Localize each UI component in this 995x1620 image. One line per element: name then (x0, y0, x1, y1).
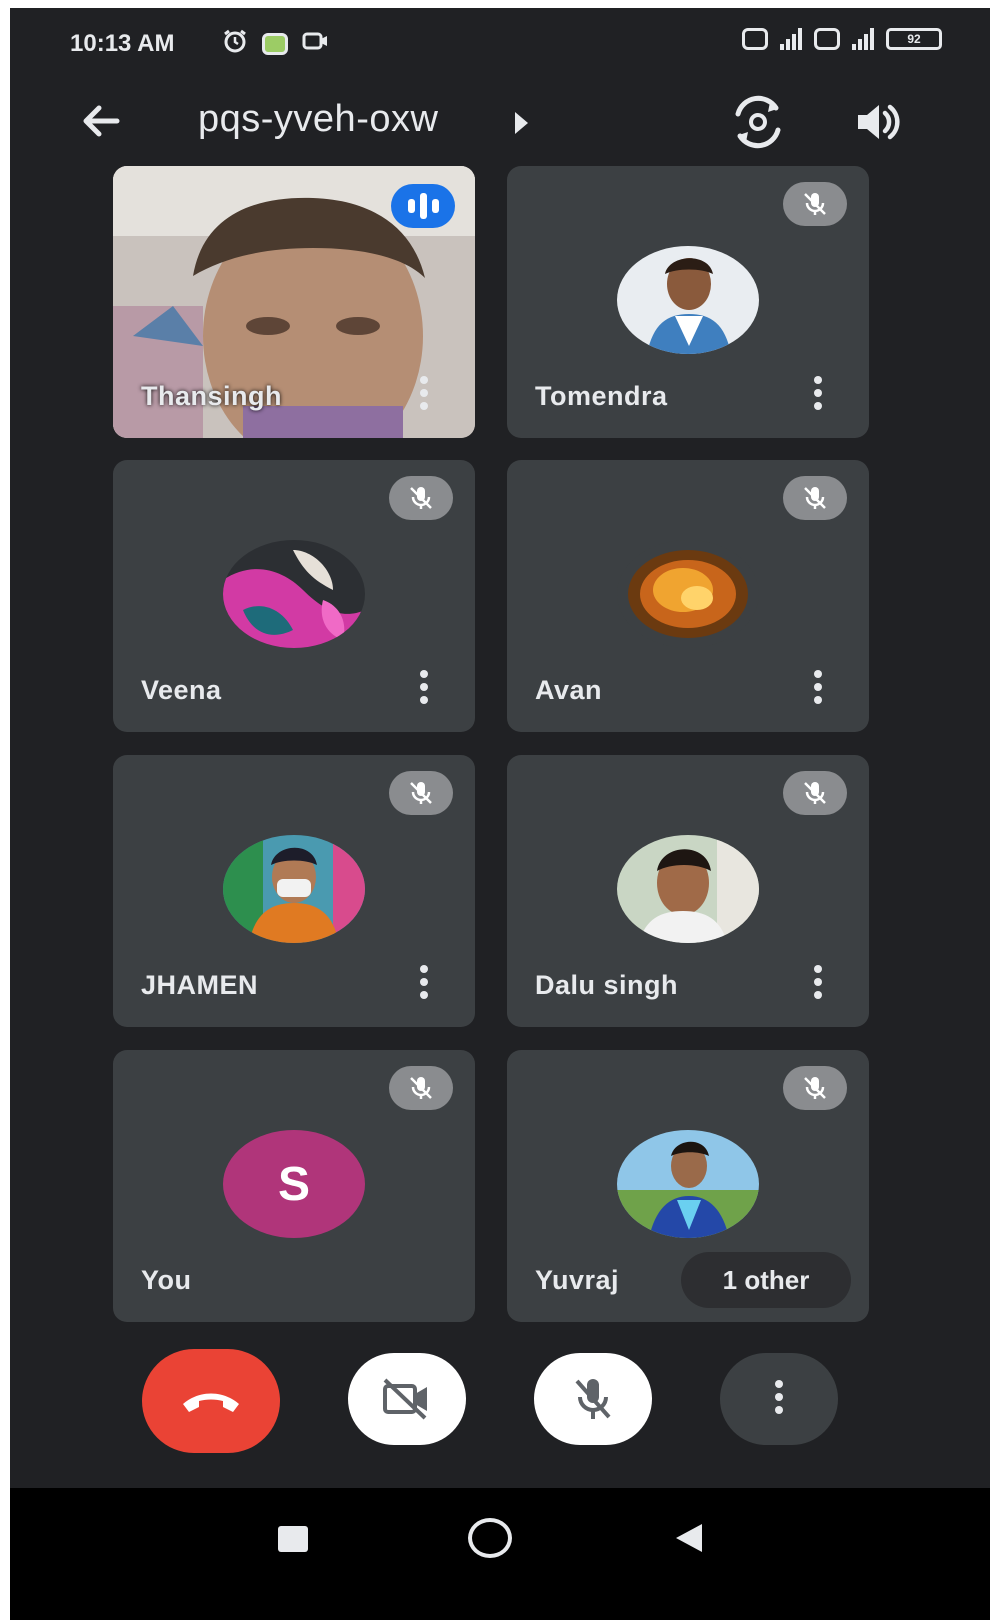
camera-off-button[interactable] (348, 1353, 466, 1445)
more-vert-icon[interactable] (811, 670, 825, 706)
mic-off-icon (783, 476, 847, 520)
screen-record-icon (302, 30, 330, 57)
status-time: 10:13 AM (70, 30, 175, 57)
mic-off-icon (389, 1066, 453, 1110)
self-tile[interactable]: S You (113, 1050, 475, 1322)
mic-off-icon (783, 182, 847, 226)
mic-off-icon (783, 1066, 847, 1110)
mic-off-icon (783, 771, 847, 815)
participant-name: Veena (141, 675, 222, 705)
participant-tile[interactable]: Veena (113, 460, 475, 732)
mic-off-icon (389, 476, 453, 520)
end-call-icon (183, 1393, 239, 1412)
meet-call-screen: 10:13 AM 92 pqs-yveh-oxw Thansingh Tomen… (10, 8, 990, 1620)
more-options-button[interactable] (720, 1353, 838, 1445)
switch-camera-icon[interactable] (730, 94, 786, 150)
sim1-signal-icon (780, 28, 802, 50)
home-icon[interactable] (468, 1518, 512, 1558)
expand-caret-icon[interactable] (515, 112, 528, 134)
participant-name: Dalu singh (535, 970, 679, 1000)
more-vert-icon[interactable] (417, 376, 431, 412)
camera-off-icon (383, 1378, 427, 1420)
back-icon[interactable] (676, 1524, 702, 1552)
more-vert-icon[interactable] (417, 670, 431, 706)
self-initial-avatar: S (223, 1130, 365, 1238)
speaker-icon[interactable] (850, 94, 906, 150)
participant-tile[interactable]: Thansingh (113, 166, 475, 438)
mic-off-button[interactable] (534, 1353, 652, 1445)
participant-name: Avan (535, 675, 603, 705)
sim2-signal-icon (852, 28, 874, 50)
more-vert-icon[interactable] (417, 965, 431, 1001)
mic-off-icon (389, 771, 453, 815)
participant-avatar (617, 1130, 759, 1238)
avatar-initial: S (277, 1157, 310, 1211)
battery-icon: 92 (886, 28, 942, 50)
sim1-indicator-icon (742, 28, 768, 50)
participant-avatar (617, 835, 759, 943)
participant-tile[interactable]: JHAMEN (113, 755, 475, 1027)
more-vert-icon (772, 1379, 786, 1419)
mic-off-icon (575, 1379, 611, 1419)
participant-avatar (223, 540, 365, 648)
app-notification-icon (262, 32, 288, 55)
participant-tile[interactable]: Yuvraj 1 other (507, 1050, 869, 1322)
sim2-indicator-icon (814, 28, 840, 50)
participant-tile[interactable]: Avan (507, 460, 869, 732)
system-nav-bar (10, 1488, 990, 1620)
participant-avatar (223, 835, 365, 943)
participant-tile[interactable]: Tomendra (507, 166, 869, 438)
speaking-indicator-icon (391, 184, 455, 228)
recents-icon[interactable] (278, 1526, 308, 1552)
participant-name: JHAMEN (141, 970, 259, 1000)
participant-avatar (617, 540, 759, 648)
alarm-icon (222, 28, 248, 59)
participant-name: Thansingh (141, 381, 282, 411)
back-arrow-icon[interactable] (75, 96, 125, 146)
more-vert-icon[interactable] (811, 965, 825, 1001)
status-bar: 10:13 AM 92 (10, 8, 990, 78)
participant-name: You (141, 1265, 192, 1295)
participant-tile[interactable]: Dalu singh (507, 755, 869, 1027)
others-chip[interactable]: 1 other (681, 1252, 851, 1308)
more-vert-icon[interactable] (811, 376, 825, 412)
meeting-code[interactable]: pqs-yveh-oxw (198, 98, 438, 141)
call-header: pqs-yveh-oxw (10, 88, 990, 158)
end-call-button[interactable] (142, 1349, 280, 1453)
call-controls (10, 1349, 990, 1473)
participant-name: Yuvraj (535, 1265, 620, 1295)
participant-avatar (617, 246, 759, 354)
participant-name: Tomendra (535, 381, 668, 411)
